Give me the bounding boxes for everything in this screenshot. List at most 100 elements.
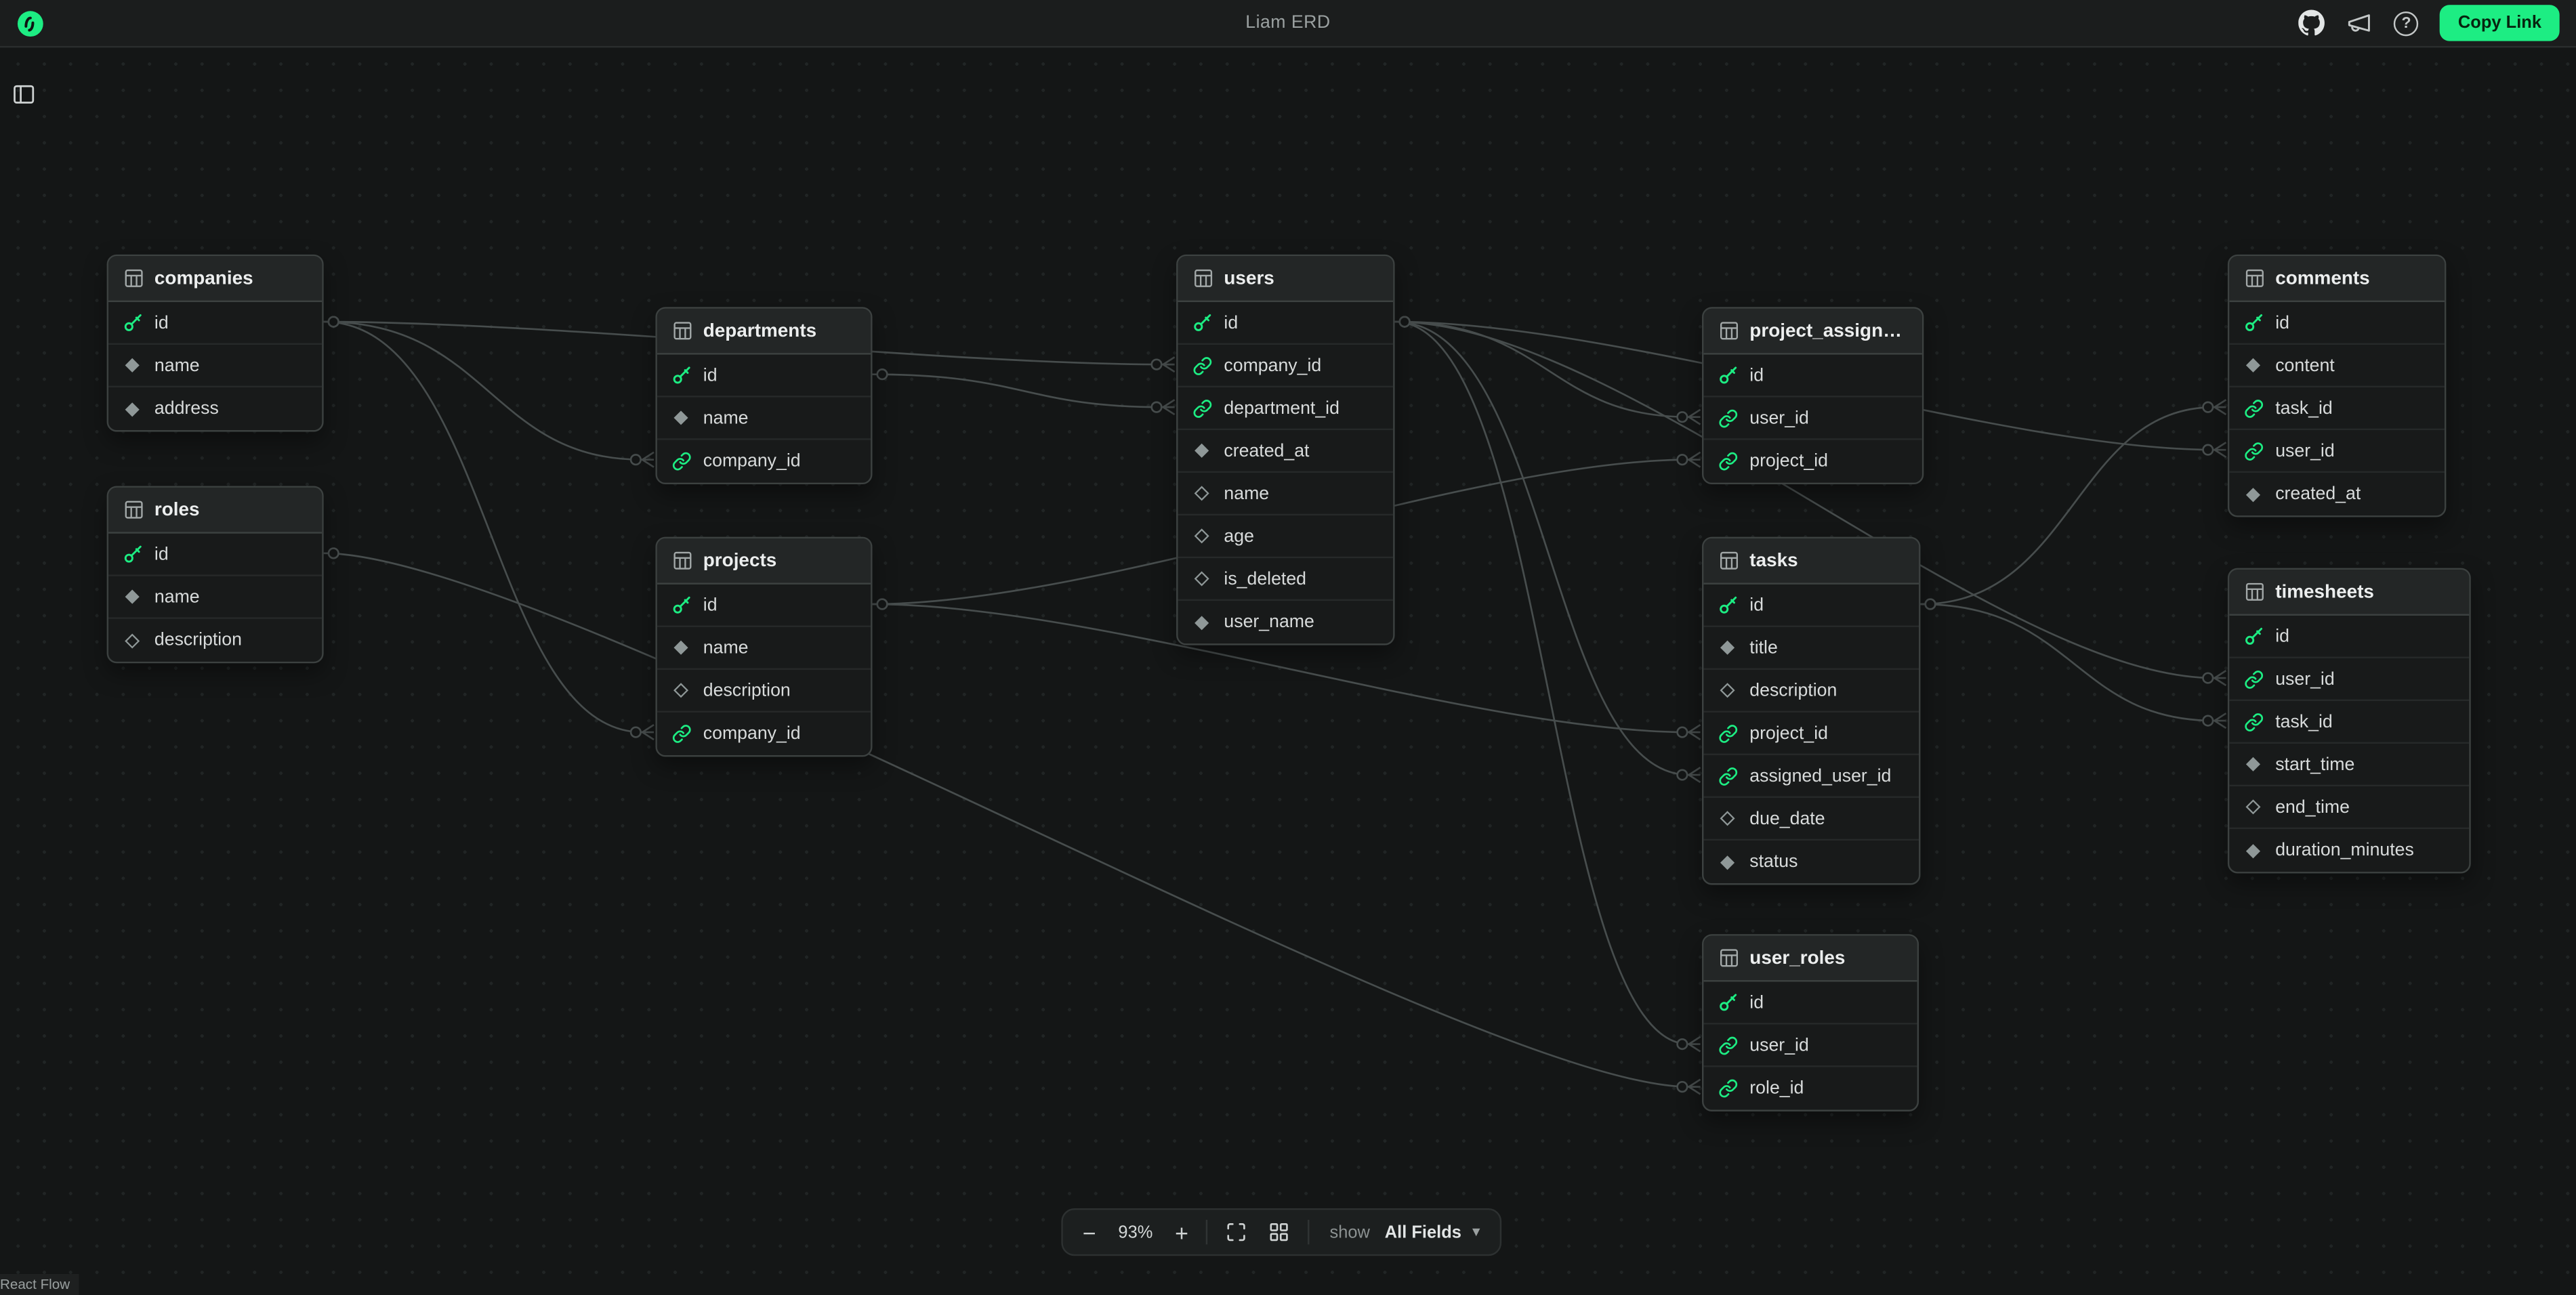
table-timesheets[interactable]: timesheets id user_idtask_idstart_timeend_… [2228, 568, 2471, 874]
field-name: description [703, 681, 791, 700]
react-flow-attribution[interactable]: React Flow [0, 1274, 78, 1295]
field-row[interactable]: user_id [2229, 430, 2445, 473]
field-name: project_id [1749, 452, 1828, 471]
table-header[interactable]: timesheets [2229, 570, 2469, 616]
field-row[interactable]: company_id [657, 440, 871, 483]
field-row[interactable]: user_id [2229, 658, 2469, 701]
table-roles[interactable]: roles idnamedescription [107, 486, 324, 663]
field-row[interactable]: id [1703, 585, 1919, 627]
relationship-edge[interactable] [1920, 604, 2214, 721]
field-row[interactable]: task_id [2229, 387, 2445, 430]
table-comments[interactable]: commentsidcontenttask_iduser_idcreated_a… [2228, 255, 2446, 517]
field-row[interactable]: status [1703, 841, 1919, 883]
table-projects[interactable]: projects idname description company_id [655, 537, 872, 757]
field-name: user_id [1749, 408, 1808, 427]
field-row[interactable]: role_id [1703, 1067, 1917, 1110]
field-row[interactable]: name [657, 398, 871, 440]
field-row[interactable]: title [1703, 627, 1919, 670]
field-row[interactable]: company_id [1178, 345, 1394, 387]
field-row[interactable]: user_name [1178, 601, 1394, 643]
field-row[interactable]: name [657, 627, 871, 670]
zoom-level: 93% [1114, 1223, 1157, 1242]
field-row[interactable]: id [657, 355, 871, 398]
table-header[interactable]: tasks [1703, 538, 1919, 585]
field-row[interactable]: start_time [2229, 744, 2469, 786]
field-row[interactable]: user_id [1703, 1025, 1917, 1067]
table-name: tasks [1749, 551, 1798, 570]
field-row[interactable]: name [108, 345, 322, 387]
diamond-filled-icon [1191, 613, 1213, 631]
relationship-edge[interactable] [873, 375, 1163, 407]
field-row[interactable]: description [1703, 670, 1919, 713]
field-row[interactable]: description [657, 670, 871, 713]
field-row[interactable]: project_id [1703, 440, 1921, 483]
field-row[interactable]: id [1703, 355, 1921, 398]
table-header[interactable]: companies [108, 256, 322, 302]
field-row[interactable]: name [1178, 473, 1394, 515]
zoom-out-button[interactable]: − [1079, 1220, 1100, 1244]
tidy-up-button[interactable] [1266, 1221, 1293, 1243]
field-row[interactable]: age [1178, 515, 1394, 558]
cardinality-many-icon [1689, 767, 1701, 782]
table-header[interactable]: users [1178, 256, 1394, 302]
table-header[interactable]: roles [108, 488, 322, 534]
field-row[interactable]: created_at [1178, 430, 1394, 473]
field-row[interactable]: due_date [1703, 798, 1919, 841]
copy-link-button[interactable]: Copy Link [2440, 5, 2559, 41]
github-button[interactable] [2299, 10, 2325, 37]
table-user_roles[interactable]: user_rolesiduser_idrole_id [1702, 934, 1919, 1111]
table-header[interactable]: comments [2229, 256, 2445, 302]
field-row[interactable]: company_id [657, 713, 871, 755]
field-row[interactable]: name [108, 576, 322, 619]
table-header[interactable]: project_assignme... [1703, 309, 1921, 355]
field-row[interactable]: assigned_user_id [1703, 755, 1919, 798]
field-row[interactable]: task_id [2229, 701, 2469, 744]
field-row[interactable]: id [108, 534, 322, 576]
field-row[interactable]: id [657, 585, 871, 627]
announcements-button[interactable] [2346, 10, 2373, 37]
field-name: company_id [1224, 356, 1321, 375]
field-row[interactable]: duration_minutes [2229, 829, 2469, 872]
field-row[interactable]: id [1178, 302, 1394, 345]
zoom-in-button[interactable]: + [1171, 1220, 1192, 1244]
field-row[interactable]: end_time [2229, 786, 2469, 829]
table-tasks[interactable]: tasks idtitledescriptionproject_idassigne… [1702, 537, 1920, 885]
fields-filter-dropdown[interactable]: All Fields ▼ [1385, 1223, 1483, 1242]
table-departments[interactable]: departmentsidnamecompany_id [655, 307, 872, 484]
table-header[interactable]: departments [657, 309, 871, 355]
relationship-edge[interactable] [1395, 322, 1689, 775]
table-header[interactable]: user_roles [1703, 936, 1917, 982]
field-row[interactable]: created_at [2229, 473, 2445, 515]
table-icon [1192, 268, 1214, 289]
field-row[interactable]: id [1703, 981, 1917, 1024]
table-name: projects [703, 551, 777, 570]
field-row[interactable]: content [2229, 345, 2445, 387]
field-row[interactable]: address [108, 387, 322, 430]
panel-left-icon [12, 82, 36, 106]
field-row[interactable]: project_id [1703, 713, 1919, 755]
field-row[interactable]: id [2229, 302, 2445, 345]
link-icon [1191, 356, 1213, 375]
fit-view-button[interactable] [1223, 1221, 1251, 1243]
table-project_assignments[interactable]: project_assignme...id user_id project_id [1702, 307, 1924, 484]
relationship-edge[interactable] [1395, 322, 1689, 1044]
field-row[interactable]: department_id [1178, 387, 1394, 430]
relationship-edge[interactable] [324, 322, 642, 732]
table-name: roles [154, 500, 200, 519]
field-name: id [2275, 627, 2289, 646]
sidebar-toggle-button[interactable] [12, 82, 36, 106]
relationship-edge[interactable] [324, 553, 1689, 1087]
field-row[interactable]: user_id [1703, 398, 1921, 440]
field-row[interactable]: id [2229, 616, 2469, 658]
field-row[interactable]: description [108, 619, 322, 662]
table-companies[interactable]: companiesidnameaddress [107, 255, 324, 432]
liam-logo[interactable] [16, 9, 44, 37]
table-users[interactable]: usersid company_id department_idcreated_at… [1176, 255, 1394, 645]
field-row[interactable]: is_deleted [1178, 558, 1394, 601]
cardinality-one-icon [1400, 317, 1410, 327]
help-button[interactable]: ? [2394, 11, 2418, 35]
table-header[interactable]: projects [657, 538, 871, 585]
relationship-edge[interactable] [324, 322, 642, 460]
diamond-outline-icon [670, 681, 692, 700]
field-row[interactable]: id [108, 302, 322, 345]
